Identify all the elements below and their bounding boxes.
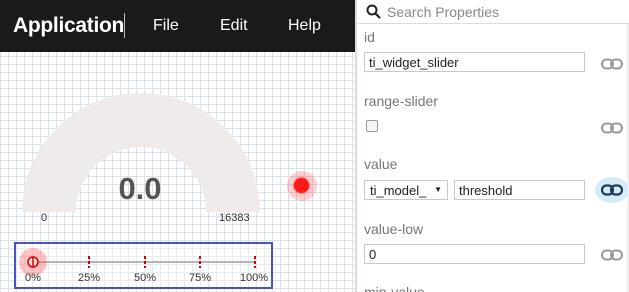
link-icon[interactable] [601,122,623,134]
prop-label-value-low: value-low [364,221,424,237]
gauge-min-label: 0 [41,212,48,224]
value-binding-field[interactable] [454,180,585,200]
prop-label-value: value [364,156,398,172]
prop-label-range-slider: range-slider [364,93,438,109]
slider-label: 100% [239,272,269,284]
link-icon[interactable] [601,184,623,196]
app-header: Application File Edit Help [0,0,355,52]
led-indicator[interactable] [294,178,309,193]
header-divider [124,13,125,38]
properties-panel: id range-slider value ti_model_ ▼ value-… [355,0,629,292]
menu-file[interactable]: File [153,17,179,35]
gauge-max-label: 16383 [219,212,250,224]
range-slider-checkbox[interactable] [366,120,378,132]
menu-edit[interactable]: Edit [220,17,248,35]
design-canvas[interactable]: Application File Edit Help 0.0 0 16383 0… [0,0,355,292]
slider-label: 25% [77,272,101,284]
gauge[interactable] [0,52,355,242]
gauge-value: 0.0 [118,171,162,206]
menu-help[interactable]: Help [288,17,321,35]
slider-label: 50% [133,272,157,284]
search-properties-input[interactable] [387,2,617,22]
slider-widget[interactable]: 0% 25% 50% 75% 100% [14,242,273,289]
slider-label: 75% [188,272,212,284]
properties-search [357,0,629,24]
value-low-field[interactable] [364,244,585,264]
prop-label-id: id [364,29,375,45]
value-model-select[interactable]: ti_model_ ▼ [364,180,448,200]
link-icon[interactable] [601,249,623,261]
chevron-down-icon: ▼ [434,185,442,194]
search-icon [366,4,381,24]
app-title: Application [13,14,125,37]
slider-label: 0% [25,272,41,284]
value-model-text: ti_model_ [370,183,427,198]
link-icon[interactable] [601,58,623,70]
id-field[interactable] [364,52,585,72]
prop-label-min-value: min-value [364,284,425,292]
